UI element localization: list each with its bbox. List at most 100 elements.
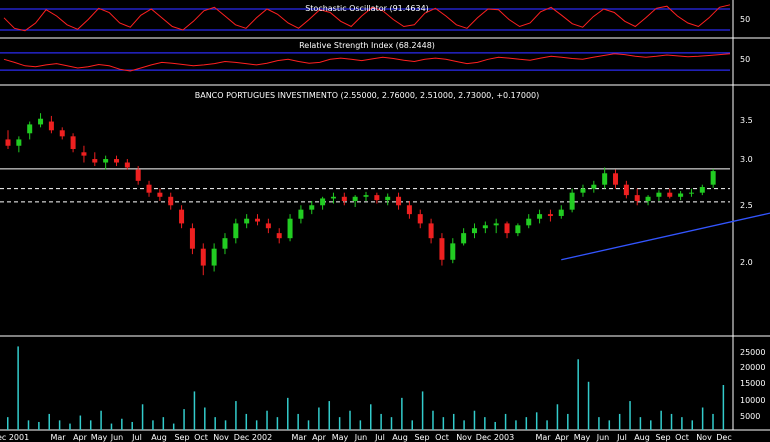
volume-bar xyxy=(484,417,486,430)
candle-body xyxy=(320,198,326,206)
candle-body xyxy=(233,223,239,239)
x-tick-label: Oct xyxy=(194,433,208,442)
candle-body xyxy=(515,225,521,234)
x-tick-label: Jul xyxy=(616,433,627,442)
candle-body xyxy=(92,159,98,163)
volume-bar xyxy=(598,417,600,430)
x-tick-label: Aug xyxy=(151,433,167,442)
price-ytick-label: 3.5 xyxy=(740,116,753,125)
candle-body xyxy=(385,196,391,201)
candle-body xyxy=(558,209,564,216)
volume-bar xyxy=(121,418,123,430)
volume-bar xyxy=(712,413,714,430)
volume-bar xyxy=(618,413,621,430)
volume-bar xyxy=(504,413,507,430)
volume-bar xyxy=(556,404,559,430)
candle-body xyxy=(81,152,87,156)
volume-bar xyxy=(152,420,154,430)
candle-body xyxy=(591,184,597,189)
stochastic-ytick-label: 50 xyxy=(740,15,750,24)
x-tick-label: Mar xyxy=(50,433,66,442)
volume-bar xyxy=(494,421,496,430)
x-tick-label: Apr xyxy=(312,433,327,442)
volume-bar xyxy=(380,413,382,430)
candle-body xyxy=(189,228,195,249)
candle-body xyxy=(352,196,358,201)
volume-bar xyxy=(245,413,248,430)
volume-bar xyxy=(297,413,299,430)
volume-bar xyxy=(89,420,92,430)
volume-ytick-label: 25000 xyxy=(740,348,765,357)
candle-body xyxy=(406,205,412,215)
candle-body xyxy=(461,233,467,244)
candle-body xyxy=(211,248,217,266)
volume-bar xyxy=(463,420,465,430)
candle-body xyxy=(222,238,228,249)
volume-bar xyxy=(587,381,590,430)
volume-bar xyxy=(214,417,216,430)
candle-body xyxy=(645,196,651,201)
x-tick-label: Oct xyxy=(435,433,449,442)
x-tick-label: Apr xyxy=(73,433,88,442)
x-tick-label: May xyxy=(574,433,591,442)
candle-body xyxy=(634,195,640,201)
volume-bar xyxy=(546,420,548,430)
volume-bar xyxy=(650,420,652,430)
stock-chart: Stochastic Oscillator (91.4634) Relative… xyxy=(0,0,770,442)
candle-body xyxy=(48,121,54,131)
candle-body xyxy=(168,196,174,206)
volume-bar xyxy=(401,397,403,430)
candle-body xyxy=(547,214,553,216)
volume-bar xyxy=(359,420,362,430)
candle-body xyxy=(255,218,261,222)
volume-bar xyxy=(69,423,71,430)
price-ytick-label: 2.0 xyxy=(740,258,753,267)
volume-ytick-label: 5000 xyxy=(740,412,760,421)
volume-ytick-label: 15000 xyxy=(740,379,765,388)
volume-bar xyxy=(141,404,144,430)
candle-body xyxy=(27,124,33,134)
stochastic-panel-title: Stochastic Oscillator (91.4634) xyxy=(305,4,429,13)
candle-body xyxy=(450,243,456,260)
candle-body xyxy=(59,130,65,137)
x-tick-label: Jul xyxy=(131,433,142,442)
volume-bar xyxy=(535,412,538,430)
candle-body xyxy=(656,192,662,197)
x-tick-label: Oct xyxy=(675,433,689,442)
candle-body xyxy=(135,169,141,181)
price-panel-title: BANCO PORTUGUES INVESTIMENTO (2.55000, 2… xyxy=(195,91,540,100)
volume-bar xyxy=(131,421,133,430)
volume-bar xyxy=(58,420,61,430)
candle-body xyxy=(396,196,402,206)
x-tick-label: Jun xyxy=(596,433,610,442)
volume-bar xyxy=(266,410,268,430)
candle-body xyxy=(16,139,22,146)
x-tick-label: May xyxy=(91,433,108,442)
candle-body xyxy=(569,192,575,210)
volume-bar xyxy=(567,413,569,430)
volume-bar xyxy=(681,417,683,430)
volume-bar xyxy=(577,359,579,430)
candle-body xyxy=(428,223,434,239)
volume-bar xyxy=(442,417,445,430)
x-tick-label: Dec 2002 xyxy=(234,433,272,442)
volume-bar xyxy=(204,407,206,430)
candle-body xyxy=(699,187,705,193)
candle-body xyxy=(103,159,109,163)
volume-bar xyxy=(172,423,175,430)
volume-bar xyxy=(38,421,40,430)
x-tick-label: May xyxy=(332,433,349,442)
candle-body xyxy=(439,238,445,260)
candle-body xyxy=(374,195,380,201)
candle-body xyxy=(157,192,163,197)
candle-body xyxy=(265,223,271,229)
x-tick-label: Nov xyxy=(696,433,712,442)
volume-bar xyxy=(411,420,413,430)
volume-bar xyxy=(608,420,611,430)
candle-body xyxy=(124,162,130,168)
volume-bar xyxy=(473,410,476,430)
rsi-ytick-label: 50 xyxy=(740,55,750,64)
x-tick-label: Dec xyxy=(716,433,731,442)
candle-body xyxy=(482,225,488,229)
volume-bar xyxy=(255,420,258,430)
